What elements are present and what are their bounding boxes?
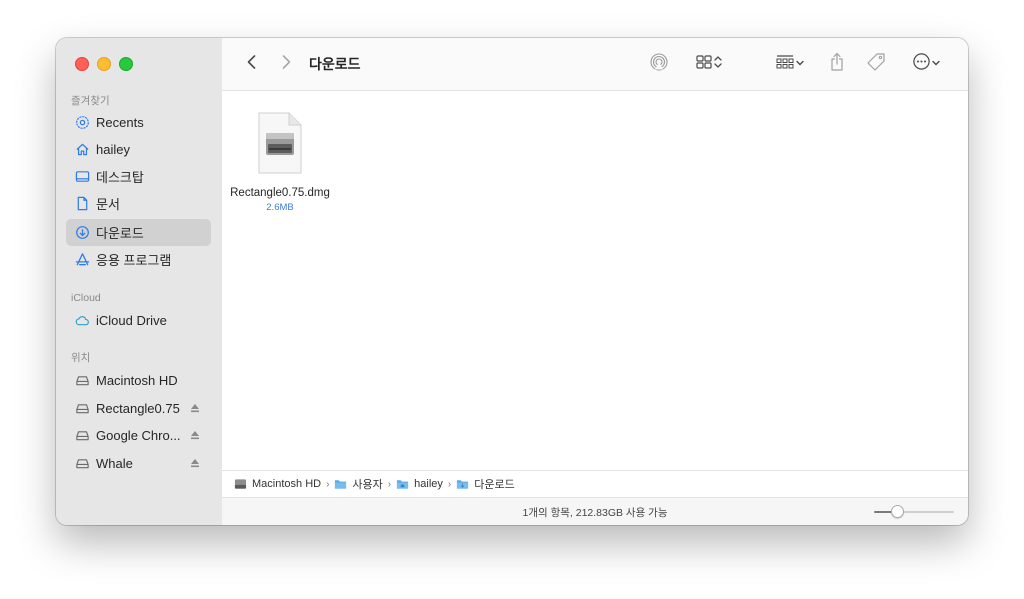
path-crumb-label: 사용자 <box>352 479 383 491</box>
airdrop-icon <box>649 52 669 77</box>
chevron-down-icon <box>931 55 941 73</box>
sidebar-item-label: Whale <box>96 456 133 471</box>
sidebar-item-label: 다운로드 <box>96 226 144 241</box>
airdrop-button[interactable] <box>647 52 671 77</box>
eject-icon[interactable] <box>189 457 201 469</box>
sidebar-item-hailey[interactable]: hailey <box>66 136 211 163</box>
path-crumb-label: Macintosh HD <box>252 478 322 490</box>
icon-size-slider[interactable] <box>874 505 954 518</box>
window-controls <box>75 57 133 71</box>
folder-icon <box>335 480 347 489</box>
back-button[interactable] <box>242 53 262 75</box>
document-icon <box>74 196 90 212</box>
favorites-section-label: 즐겨찾기 <box>71 95 110 107</box>
minimize-window-button[interactable] <box>97 57 111 71</box>
icloud-section-label: iCloud <box>71 292 101 304</box>
drive-icon <box>74 401 90 417</box>
window-title: 다운로드 <box>309 56 361 72</box>
path-crumb-label: hailey <box>414 478 443 490</box>
sidebar-item-rectangle[interactable]: Rectangle0.75 <box>66 395 211 422</box>
home-folder-icon <box>397 480 409 489</box>
path-crumb-users[interactable]: 사용자 <box>334 476 383 492</box>
sidebar-item-label: Rectangle0.75 <box>96 401 180 416</box>
path-crumb-hailey[interactable]: hailey <box>396 478 443 490</box>
drive-icon <box>234 479 247 489</box>
group-grid-icon <box>775 54 795 75</box>
toolbar: 다운로드 <box>222 38 968 91</box>
sidebar-item-desktop[interactable]: 데스크탑 <box>66 163 211 190</box>
drive-icon <box>74 428 90 444</box>
sidebar-item-google-chrome[interactable]: Google Chro... <box>66 422 211 449</box>
sidebar-item-label: Macintosh HD <box>96 373 178 388</box>
sidebar-item-macintosh-hd[interactable]: Macintosh HD <box>66 367 211 394</box>
sidebar-item-applications[interactable]: 응용 프로그램 <box>66 246 211 273</box>
ellipsis-circle-icon <box>912 52 931 76</box>
zoom-window-button[interactable] <box>119 57 133 71</box>
share-button[interactable] <box>827 52 847 77</box>
view-mode-button[interactable] <box>689 53 729 75</box>
chevron-right-icon: › <box>447 478 452 490</box>
dmg-disk-image-icon <box>255 112 305 179</box>
path-crumb-label: 다운로드 <box>474 479 515 491</box>
close-window-button[interactable] <box>75 57 89 71</box>
status-bar: 1개의 항목, 212.83GB 사용 가능 <box>222 497 968 525</box>
sidebar: 즐겨찾기 Recents hailey 데스크탑 문서 다운로드 응용 프로그램… <box>56 38 223 525</box>
eject-icon[interactable] <box>189 429 201 441</box>
tag-button[interactable] <box>865 52 887 77</box>
more-actions-button[interactable] <box>906 53 946 75</box>
clock-gear-icon <box>74 115 90 131</box>
finder-window: 즐겨찾기 Recents hailey 데스크탑 문서 다운로드 응용 프로그램… <box>56 38 968 525</box>
slider-knob[interactable] <box>890 505 904 518</box>
sidebar-item-label: hailey <box>96 142 130 157</box>
file-item[interactable]: Rectangle0.75.dmg 2.6MB <box>228 111 332 213</box>
file-name: Rectangle0.75.dmg <box>230 187 330 199</box>
tag-icon <box>866 52 886 77</box>
applications-icon <box>74 252 90 268</box>
drive-icon <box>74 373 90 389</box>
desktop-icon <box>74 169 90 185</box>
drive-icon <box>74 456 90 472</box>
sidebar-item-label: 데스크탑 <box>96 170 144 185</box>
sidebar-item-label: Recents <box>96 115 144 130</box>
file-browser-area[interactable]: Rectangle0.75.dmg 2.6MB <box>222 91 968 470</box>
group-button[interactable] <box>770 53 810 75</box>
grid-view-icon <box>695 54 713 75</box>
chevron-right-icon: › <box>387 478 392 490</box>
chevron-right-icon <box>280 54 292 75</box>
sidebar-item-downloads[interactable]: 다운로드 <box>66 219 211 246</box>
sidebar-item-documents[interactable]: 문서 <box>66 190 211 217</box>
chevron-up-down-icon <box>713 55 723 74</box>
file-size: 2.6MB <box>266 202 294 213</box>
home-icon <box>74 142 90 158</box>
chevron-right-icon: › <box>326 478 330 490</box>
chevron-left-icon <box>246 54 258 75</box>
path-crumb-macintosh-hd[interactable]: Macintosh HD <box>234 478 321 490</box>
sidebar-item-recents[interactable]: Recents <box>66 109 211 136</box>
downloads-folder-icon <box>457 480 469 489</box>
sidebar-item-label: 응용 프로그램 <box>96 253 172 268</box>
chevron-down-icon <box>795 55 805 73</box>
locations-section-label: 위치 <box>71 352 91 364</box>
eject-icon[interactable] <box>189 402 201 414</box>
forward-button[interactable] <box>276 53 296 75</box>
sidebar-item-icloud-drive[interactable]: iCloud Drive <box>66 307 211 334</box>
sidebar-item-label: iCloud Drive <box>96 313 167 328</box>
status-text: 1개의 항목, 212.83GB 사용 가능 <box>522 507 668 519</box>
download-icon <box>74 225 90 241</box>
path-bar: Macintosh HD › 사용자 › hailey › 다운로드 <box>222 470 968 497</box>
path-crumb-downloads[interactable]: 다운로드 <box>456 476 515 492</box>
sidebar-item-label: 문서 <box>96 197 120 212</box>
sidebar-item-whale[interactable]: Whale <box>66 450 211 477</box>
sidebar-item-label: Google Chro... <box>96 428 181 443</box>
cloud-icon <box>74 313 90 329</box>
share-icon <box>829 52 845 77</box>
